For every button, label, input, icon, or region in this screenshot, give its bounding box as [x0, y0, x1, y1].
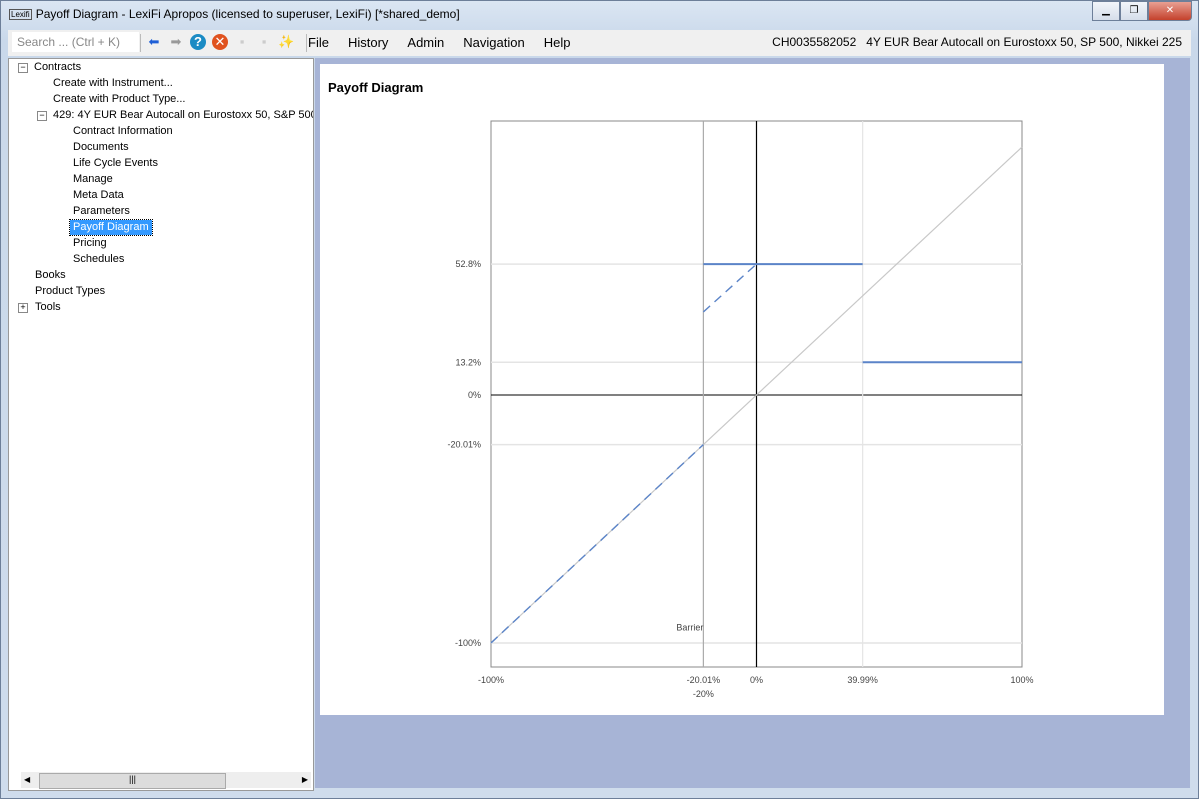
x-extra-label: -20%: [693, 689, 714, 699]
x-tick-label: 100%: [1010, 675, 1033, 685]
y-tick-label: 0%: [468, 390, 481, 400]
y-tick-label: 13.2%: [455, 357, 481, 367]
x-tick-label: 0%: [750, 675, 763, 685]
x-tick-label: -100%: [478, 675, 504, 685]
y-tick-label: 52.8%: [455, 259, 481, 269]
x-tick-label: 39.99%: [847, 675, 878, 685]
barrier-annotation: Barrier: [676, 623, 703, 633]
y-tick-label: -100%: [455, 638, 481, 648]
payoff-chart: 52.8% 13.2% 0% -20.01% -100% -100% -20.01% 0% 39…: [447, 120, 1034, 699]
x-tick-label: -20.01%: [687, 675, 721, 685]
y-tick-label: -20.01%: [447, 440, 481, 450]
